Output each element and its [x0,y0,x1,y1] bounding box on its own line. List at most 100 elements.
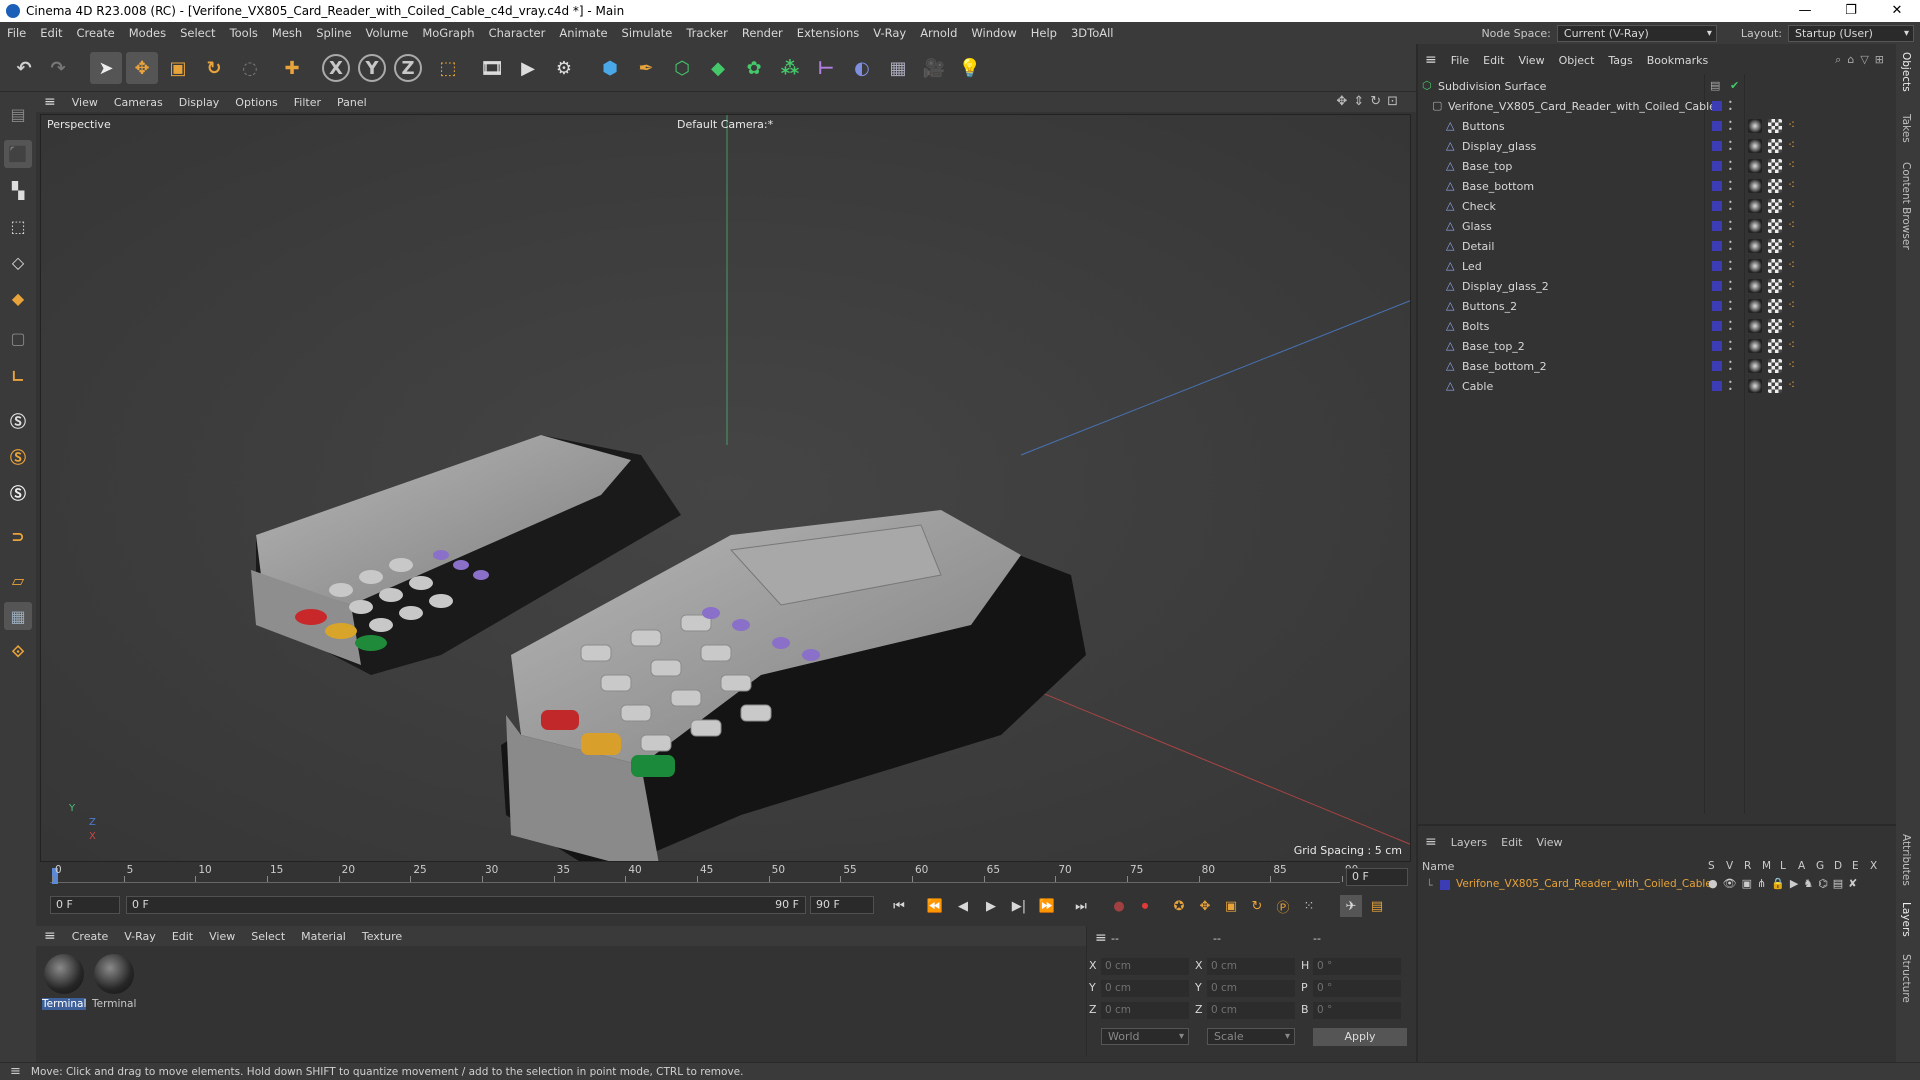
vray-tag-icon[interactable]: ⁖ [1788,338,1795,352]
texture-tag-icon[interactable] [1768,319,1782,333]
object-menu-edit[interactable]: Edit [1476,54,1511,67]
menu-window[interactable]: Window [964,26,1023,40]
menu-spline[interactable]: Spline [309,26,358,40]
menu-tools[interactable]: Tools [223,26,265,40]
texture-tag-icon[interactable] [1768,299,1782,313]
layer-color-swatch[interactable] [1712,341,1722,351]
object-name[interactable]: Buttons [1462,120,1505,133]
visibility-dots-icon[interactable]: • • [1728,219,1734,234]
minimize-button[interactable]: — [1782,0,1828,22]
object-name[interactable]: Display_glass [1462,140,1536,153]
texture-tag-icon[interactable] [1768,339,1782,353]
scale-icon[interactable]: ▣ [162,52,194,84]
material-tag-icon[interactable] [1748,299,1762,313]
material-swatch[interactable]: Terminal [42,954,86,1016]
menu-extensions[interactable]: Extensions [790,26,866,40]
coord-pos-z-field[interactable]: 0 cm [1101,1002,1189,1019]
object-row[interactable]: △ Buttons_2 • • ⁖ [1418,296,1898,316]
viewport-menu-cameras[interactable]: Cameras [106,96,171,109]
layer-row[interactable]: └ Verifone_VX805_Card_Reader_with_Coiled… [1418,876,1898,894]
tab-content-browser[interactable]: Content Browser [1900,162,1912,250]
visibility-dots-icon[interactable]: • • [1728,259,1734,274]
texture-tag-icon[interactable] [1768,279,1782,293]
coord-rot-p-field[interactable]: 0 ° [1313,980,1401,997]
y-axis-icon[interactable]: Y [358,54,386,82]
enabled-check-icon[interactable]: ✔ [1730,79,1739,92]
coord-size-y-field[interactable]: 0 cm [1207,980,1295,997]
vray-tag-icon[interactable]: ⁖ [1788,358,1795,372]
layer-color-swatch[interactable] [1712,281,1722,291]
texture-tag-icon[interactable] [1768,239,1782,253]
menu-file[interactable]: File [0,26,33,40]
menu-arnold[interactable]: Arnold [913,26,964,40]
layer-menu-edit[interactable]: Edit [1494,836,1529,849]
parameter-key-icon[interactable]: Ⓟ [1272,895,1294,917]
rotate-icon[interactable]: ↻ [198,52,230,84]
menu-help[interactable]: Help [1024,26,1064,40]
vray-tag-icon[interactable]: ⁖ [1788,378,1795,392]
rotation-key-icon[interactable]: ↻ [1246,895,1268,917]
layout-dropdown[interactable]: Startup (User) [1788,24,1914,42]
object-name[interactable]: Verifone_VX805_Card_Reader_with_Coiled_C… [1448,100,1716,113]
object-search-tools-icons[interactable]: ⌕⌂▽⊞ [1835,53,1890,67]
undo-icon[interactable]: ↶ [8,52,40,84]
menu-tracker[interactable]: Tracker [679,26,735,40]
texture-tag-icon[interactable] [1768,119,1782,133]
object-menu-tags[interactable]: Tags [1601,54,1639,67]
material-tag-icon[interactable] [1748,319,1762,333]
node-space-dropdown[interactable]: Current (V-Ray) [1556,24,1717,42]
object-name[interactable]: Base_bottom_2 [1462,360,1547,373]
object-row[interactable]: △ Base_top • • ⁖ [1418,156,1898,176]
menu-volume[interactable]: Volume [359,26,416,40]
timeline-ruler[interactable]: 051015202530354045505560657075808590 0 F [40,864,1415,890]
material-swatch[interactable]: Terminal [92,954,136,1016]
visibility-dots-icon[interactable]: • • [1728,179,1734,194]
layer-color-swatch[interactable] [1712,201,1722,211]
object-row[interactable]: △ Buttons • • ⁖ [1418,116,1898,136]
object-name[interactable]: Buttons_2 [1462,300,1517,313]
layer-color-swatch[interactable] [1712,121,1722,131]
visibility-dots-icon[interactable]: • • [1728,159,1734,174]
vray-tag-icon[interactable]: ⁖ [1788,118,1795,132]
visibility-dots-icon[interactable]: • • [1728,239,1734,254]
visibility-dots-icon[interactable]: • • [1728,299,1734,314]
material-tag-icon[interactable] [1748,179,1762,193]
material-menu-create[interactable]: Create [64,930,117,943]
next-key-icon[interactable]: ⏩ [1036,895,1058,917]
workplane-snap-icon[interactable]: Ⓢ [4,478,32,506]
locked-workplane-icon[interactable]: ⟐ [4,638,32,666]
record-active-icon[interactable]: ● [1108,895,1130,917]
vray-tag-icon[interactable]: ⁖ [1788,198,1795,212]
object-row[interactable]: △ Display_glass_2 • • ⁖ [1418,276,1898,296]
vray-tag-icon[interactable]: ⁖ [1788,178,1795,192]
layer-column-header[interactable]: G [1816,860,1824,872]
coord-scale-dropdown[interactable]: Scale [1207,1028,1295,1045]
visibility-dots-icon[interactable]: • • [1728,279,1734,294]
texture-tag-icon[interactable] [1768,359,1782,373]
tab-objects[interactable]: Objects [1900,52,1912,92]
vray-tag-icon[interactable]: ⁖ [1788,258,1795,272]
magnet-icon[interactable]: ⊃ [4,522,32,550]
object-row[interactable]: △ Glass • • ⁖ [1418,216,1898,236]
layer-color-swatch[interactable] [1712,321,1722,331]
model-mode-icon[interactable]: ⬛ [4,140,32,168]
object-row[interactable]: △ Check • • ⁖ [1418,196,1898,216]
material-tag-icon[interactable] [1748,119,1762,133]
menu-animate[interactable]: Animate [552,26,614,40]
points-mode-icon[interactable]: ⬚ [4,212,32,240]
start-frame-field[interactable]: 0 F [50,896,120,914]
object-name[interactable]: Check [1462,200,1496,213]
current-frame-field[interactable]: 0 F [1346,868,1408,886]
polygons-mode-icon[interactable]: ◆ [4,284,32,312]
viewport-camera-label[interactable]: Default Camera:* [677,118,773,131]
go-to-start-icon[interactable]: ⏮ [888,895,910,917]
object-hamburger-icon[interactable]: ≡ [1418,52,1444,68]
layer-color-swatch[interactable] [1712,361,1722,371]
go-to-end-icon[interactable]: ⏭ [1070,895,1092,917]
subdivision-icon[interactable]: ⬡ [666,52,698,84]
menu-vray[interactable]: V-Ray [866,26,913,40]
object-menu-view[interactable]: View [1511,54,1551,67]
redo-icon[interactable]: ↷ [42,52,74,84]
viewport-menu-view[interactable]: View [64,96,106,109]
texture-tag-icon[interactable] [1768,179,1782,193]
